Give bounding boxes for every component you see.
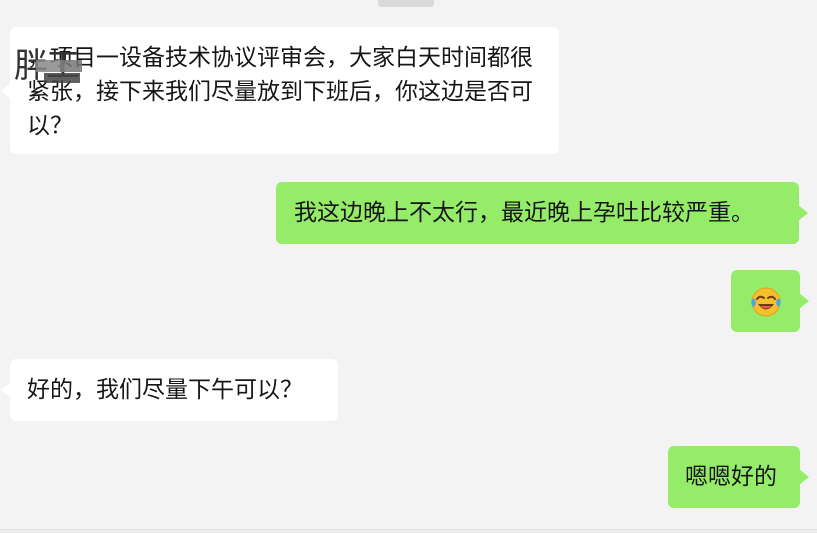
- chat-window: ，项目一设备技术协议评审会，大家白天时间都很紧张，接下来我们尽量放到下班后，你这…: [0, 0, 817, 533]
- message-text: 我这边晚上不太行，最近晚上孕吐比较严重。: [294, 200, 754, 226]
- incoming-message-bubble[interactable]: ，项目一设备技术协议评审会，大家白天时间都很紧张，接下来我们尽量放到下班后，你这…: [1, 27, 559, 154]
- message-text: 好的，我们尽量下午可以？: [27, 377, 303, 403]
- message-text: ，项目一设备技术协议评审会，大家白天时间都很紧张，接下来我们尽量放到下班后，你这…: [27, 45, 533, 139]
- crying-laughing-emoji-icon: [751, 287, 781, 317]
- outgoing-message-bubble[interactable]: 嗯嗯好的: [668, 446, 809, 508]
- input-area-divider: [0, 529, 817, 533]
- outgoing-message-bubble[interactable]: 我这边晚上不太行，最近晚上孕吐比较严重。: [276, 182, 808, 244]
- incoming-message-bubble[interactable]: 好的，我们尽量下午可以？: [1, 359, 338, 421]
- message-text: 嗯嗯好的: [685, 464, 777, 490]
- timestamp-chip: [378, 0, 434, 7]
- outgoing-emoji-bubble[interactable]: [731, 270, 809, 332]
